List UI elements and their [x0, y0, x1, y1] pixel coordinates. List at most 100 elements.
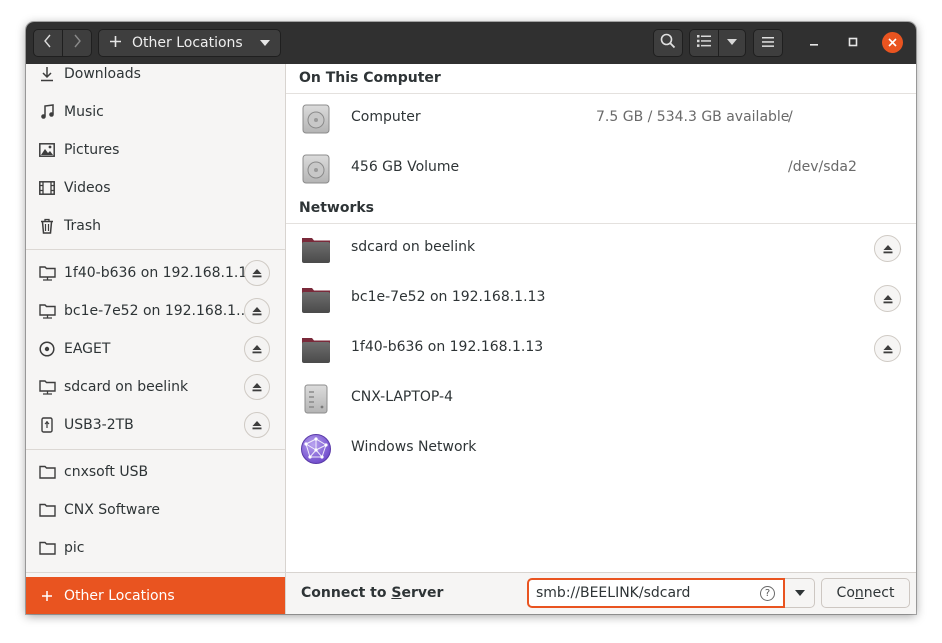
eject-icon[interactable]	[244, 374, 270, 400]
eject-icon[interactable]	[244, 260, 270, 286]
sidebar-item-label: Videos	[64, 180, 111, 196]
menu-button[interactable]	[753, 29, 783, 57]
list-view-icon	[697, 35, 711, 51]
minimize-icon	[809, 35, 819, 51]
folder-icon	[38, 539, 56, 557]
sidebar-item-mount[interactable]: USB3-2TB	[26, 407, 285, 443]
sidebar-item-other-locations[interactable]: Other Locations	[26, 577, 285, 614]
search-icon	[660, 33, 676, 53]
sidebar-item-bookmark[interactable]: CNX Software	[26, 492, 285, 528]
sidebar-item-downloads[interactable]: Downloads	[26, 56, 285, 92]
section-header-on-this-computer: On This Computer	[299, 70, 441, 86]
triangle-down-icon	[727, 38, 737, 48]
server-history-dropdown[interactable]	[785, 578, 815, 608]
sidebar-item-bookmark[interactable]: cnxsoft USB	[26, 454, 285, 490]
location-row[interactable]: Windows Network	[286, 424, 916, 474]
main-content: On This Computer Computer 7.5 GB / 534.3…	[286, 64, 916, 572]
location-row[interactable]: 1f40-b636 on 192.168.1.13	[286, 324, 916, 374]
chevron-left-icon	[43, 34, 53, 52]
location-name: 456 GB Volume	[351, 159, 460, 175]
connect-button-label: nect	[863, 585, 895, 601]
sidebar-separator	[26, 249, 285, 250]
view-button[interactable]	[689, 29, 719, 57]
location-row[interactable]: 456 GB Volume /dev/sda2	[286, 144, 916, 194]
sidebar-item-label: Downloads	[64, 66, 141, 82]
connect-button-mnemonic: n	[854, 585, 864, 601]
location-name: CNX-LAPTOP-4	[351, 389, 453, 405]
forward-button[interactable]	[62, 29, 92, 57]
connect-bar: Connect to Server ? Connect	[286, 572, 916, 614]
sidebar-item-music[interactable]: Music	[26, 94, 285, 130]
location-name: Computer	[351, 109, 421, 125]
eject-icon[interactable]	[244, 336, 270, 362]
eject-icon[interactable]	[874, 335, 901, 362]
hard-disk-icon	[300, 103, 332, 135]
sidebar-item-label: Music	[64, 104, 104, 120]
eject-icon[interactable]	[244, 298, 270, 324]
location-name: 1f40-b636 on 192.168.1.13	[351, 339, 544, 355]
server-address-input[interactable]	[527, 578, 785, 608]
sidebar-item-label: CNX Software	[64, 502, 161, 518]
network-folder-icon	[300, 283, 332, 315]
location-row[interactable]: bc1e-7e52 on 192.168.1.13	[286, 274, 916, 324]
hard-disk-icon	[300, 153, 332, 185]
sidebar-item-label: Trash	[64, 218, 101, 234]
folder-icon	[38, 501, 56, 519]
close-button[interactable]	[882, 32, 903, 53]
network-folder-icon	[38, 378, 56, 396]
sidebar-item-mount[interactable]: 1f40-b636 on 192.168.1.13	[26, 255, 285, 291]
connect-label-text: erver	[401, 585, 444, 601]
hamburger-icon	[762, 35, 774, 51]
search-button[interactable]	[653, 29, 683, 57]
minimize-button[interactable]	[804, 33, 824, 53]
location-row[interactable]: Computer 7.5 GB / 534.3 GB available /	[286, 94, 916, 144]
location-space: 7.5 GB / 534.3 GB available	[596, 109, 790, 125]
location-name: bc1e-7e52 on 192.168.1.13	[351, 289, 546, 305]
sidebar-item-label: USB3-2TB	[64, 417, 134, 433]
sidebar-item-label: EAGET	[64, 341, 111, 357]
eject-icon[interactable]	[874, 285, 901, 312]
location-row[interactable]: CNX-LAPTOP-4	[286, 374, 916, 424]
chevron-right-icon	[72, 34, 82, 52]
location-name: Windows Network	[351, 439, 477, 455]
sidebar-item-videos[interactable]: Videos	[26, 170, 285, 206]
sidebar-item-label: Other Locations	[64, 587, 175, 604]
connect-to-server-label: Connect to Server	[301, 585, 443, 601]
connect-button-label: Co	[836, 585, 855, 601]
download-icon	[38, 65, 56, 83]
location-path: /	[788, 109, 793, 125]
sidebar: Downloads Music Pictures Videos Trash 1f…	[26, 64, 286, 614]
sidebar-item-label: cnxsoft USB	[64, 464, 149, 480]
videos-icon	[38, 179, 56, 197]
triangle-down-icon	[794, 588, 805, 599]
sidebar-item-mount[interactable]: EAGET	[26, 331, 285, 367]
network-folder-icon	[38, 264, 56, 282]
sidebar-item-bookmark[interactable]: pic	[26, 530, 285, 566]
help-icon[interactable]: ?	[760, 586, 775, 601]
eject-icon[interactable]	[874, 235, 901, 262]
network-folder-icon	[38, 302, 56, 320]
sidebar-item-mount[interactable]: sdcard on beelink	[26, 369, 285, 405]
sidebar-item-trash[interactable]: Trash	[26, 208, 285, 244]
view-options-button[interactable]	[718, 29, 746, 57]
windows-network-icon	[300, 433, 332, 465]
location-label: Other Locations	[132, 35, 243, 51]
plus-icon	[38, 587, 56, 605]
trash-icon	[38, 217, 56, 235]
sidebar-item-mount[interactable]: bc1e-7e52 on 192.168.1.…	[26, 293, 285, 329]
connect-label-mnemonic: S	[391, 585, 402, 601]
sidebar-item-label: 1f40-b636 on 192.168.1.13	[64, 265, 257, 281]
back-button[interactable]	[33, 29, 63, 57]
triangle-down-icon	[260, 38, 270, 49]
sidebar-item-pictures[interactable]: Pictures	[26, 132, 285, 168]
sidebar-item-label: pic	[64, 540, 85, 556]
maximize-button[interactable]	[843, 33, 863, 53]
eject-icon[interactable]	[244, 412, 270, 438]
maximize-icon	[848, 35, 858, 51]
location-button[interactable]: Other Locations	[98, 29, 281, 57]
sidebar-item-label: bc1e-7e52 on 192.168.1.…	[64, 303, 255, 319]
connect-button[interactable]: Co n nect	[821, 578, 910, 608]
close-icon	[888, 36, 897, 50]
location-row[interactable]: sdcard on beelink	[286, 224, 916, 274]
plus-icon	[109, 33, 122, 53]
